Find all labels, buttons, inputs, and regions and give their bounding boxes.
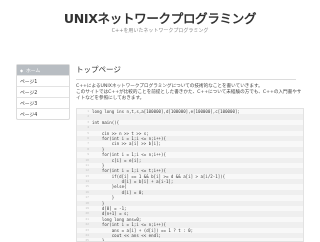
sidebar-item-page2[interactable]: ページ2 xyxy=(17,86,69,97)
intro-paragraph: このサイトではC++が比較的ことを前提とした書きかた、C++について未経験の方で… xyxy=(76,90,302,102)
sidebar-item-label: ページ4 xyxy=(20,112,38,118)
sidebar-item-home[interactable]: ◆ ホーム xyxy=(17,65,69,75)
sidebar-item-label: ページ2 xyxy=(20,90,38,96)
site-title[interactable]: UNIXネットワークプログラミング xyxy=(0,8,320,27)
code-line: 25 } xyxy=(77,238,303,242)
code-block: 1 long long ins n,t,s,a[100000],d[100000]… xyxy=(76,108,304,242)
sidebar-item-page4[interactable]: ページ4 xyxy=(17,108,69,119)
sidebar-item-page1[interactable]: ページ1 xyxy=(17,75,69,86)
sidebar-item-page3[interactable]: ページ3 xyxy=(17,97,69,108)
sidebar-item-label: ページ1 xyxy=(20,79,38,85)
home-icon: ◆ xyxy=(20,67,24,73)
line-number: 25 xyxy=(85,238,89,242)
page-title: トップページ xyxy=(76,64,296,80)
sidebar-nav: ◆ ホーム ページ1 ページ2 ページ3 ページ4 xyxy=(16,64,70,120)
code-text: } xyxy=(92,238,105,242)
site-subtitle: C++を用いたネットワークプログラミング xyxy=(111,28,209,34)
sidebar-item-label: ホーム xyxy=(26,68,41,74)
intro-text: C++によるUNIXネットワークプログラミングについての技術的なことを書いていき… xyxy=(76,84,304,103)
sidebar-item-label: ページ3 xyxy=(20,101,38,107)
